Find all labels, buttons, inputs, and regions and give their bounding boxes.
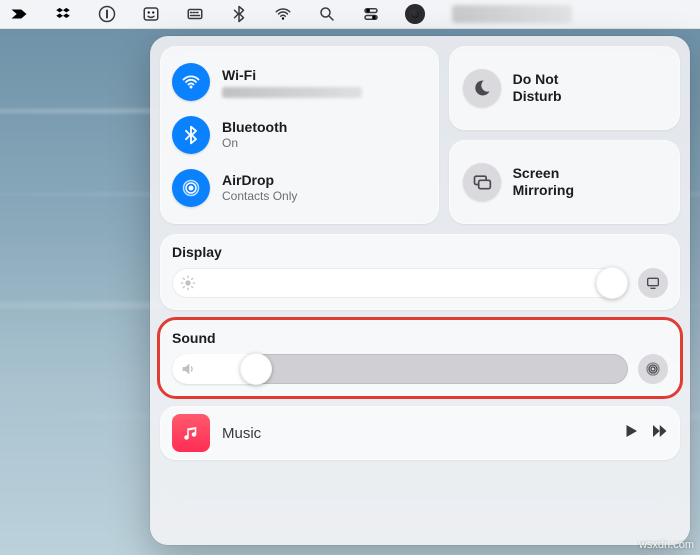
- bluetooth-menubar-icon[interactable]: [228, 0, 250, 28]
- menubar: [0, 0, 700, 29]
- sound-output-button[interactable]: [638, 354, 668, 384]
- wifi-menubar-icon[interactable]: [272, 0, 294, 28]
- moon-icon: [463, 69, 501, 107]
- speaker-icon: [180, 361, 196, 377]
- control-center-menubar-icon[interactable]: [360, 0, 382, 28]
- display-brightness-slider[interactable]: [172, 268, 628, 298]
- app-shortcut-icon[interactable]: [8, 0, 30, 28]
- bluetooth-status: On: [222, 136, 287, 150]
- siri-icon[interactable]: [404, 0, 426, 28]
- sound-volume-slider[interactable]: [172, 354, 628, 384]
- display-heading: Display: [172, 244, 668, 260]
- airdrop-status: Contacts Only: [222, 189, 297, 203]
- now-playing-tile[interactable]: Music: [160, 406, 680, 460]
- music-title: Music: [222, 425, 610, 442]
- control-center-panel: Wi-Fi Bluetooth On AirDrop: [150, 36, 690, 545]
- wifi-icon: [172, 63, 210, 101]
- next-track-button[interactable]: [650, 422, 668, 445]
- menubar-account-area: [452, 5, 572, 23]
- wifi-label: Wi-Fi: [222, 67, 362, 84]
- airdrop-toggle[interactable]: AirDrop Contacts Only: [172, 165, 427, 211]
- music-app-icon: [172, 414, 210, 452]
- wifi-toggle[interactable]: Wi-Fi: [172, 59, 427, 105]
- finder-extra-icon[interactable]: [140, 0, 162, 28]
- screen-mirror-icon: [463, 163, 501, 201]
- dropbox-icon[interactable]: [52, 0, 74, 28]
- mirror-label-line2: Mirroring: [513, 182, 574, 199]
- play-button[interactable]: [622, 422, 640, 445]
- screen-mirroring-tile[interactable]: Screen Mirroring: [449, 140, 680, 224]
- dnd-label-line1: Do Not: [513, 71, 562, 88]
- cc-row-top: Wi-Fi Bluetooth On AirDrop: [160, 46, 680, 224]
- airdrop-label: AirDrop: [222, 172, 297, 189]
- bluetooth-label: Bluetooth: [222, 119, 287, 136]
- bluetooth-toggle[interactable]: Bluetooth On: [172, 112, 427, 158]
- spotlight-icon[interactable]: [316, 0, 338, 28]
- airdrop-icon: [172, 169, 210, 207]
- keyboard-input-icon[interactable]: [184, 0, 206, 28]
- onepassword-icon[interactable]: [96, 0, 118, 28]
- dnd-label-line2: Disturb: [513, 88, 562, 105]
- display-section: Display: [160, 234, 680, 310]
- sound-section: Sound: [160, 320, 680, 396]
- watermark: wsxdn.com: [639, 539, 694, 551]
- display-settings-button[interactable]: [638, 268, 668, 298]
- bluetooth-icon: [172, 116, 210, 154]
- connectivity-tile: Wi-Fi Bluetooth On AirDrop: [160, 46, 439, 224]
- sun-icon: [180, 275, 196, 291]
- sound-heading: Sound: [172, 330, 668, 346]
- do-not-disturb-tile[interactable]: Do Not Disturb: [449, 46, 680, 130]
- mirror-label-line1: Screen: [513, 165, 574, 182]
- wifi-network-name: [222, 87, 362, 98]
